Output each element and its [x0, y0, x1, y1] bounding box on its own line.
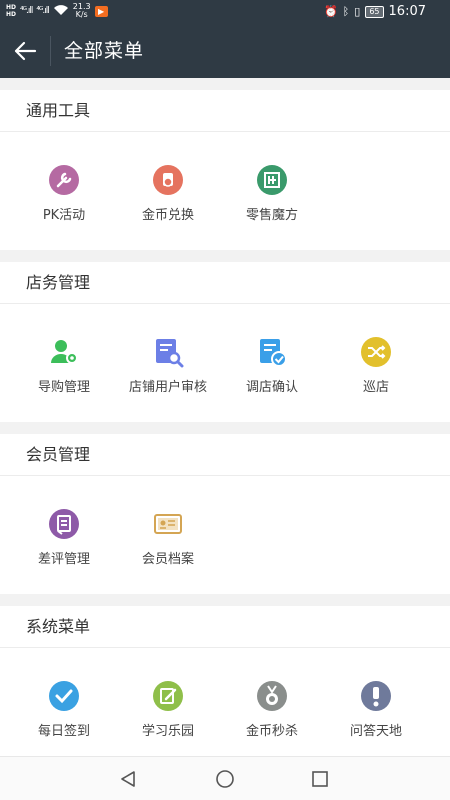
menu-label: 每日签到 [37, 724, 90, 739]
menu-grid: 导购管理 店铺用户审核 调店确认 巡店 [0, 304, 450, 395]
hd-indicator: HD HD [6, 4, 16, 18]
section-member-management: 会员管理 差评管理 会员档案 [0, 434, 450, 594]
bluetooth-icon: ᛒ [342, 5, 350, 18]
section-title: 店务管理 [0, 262, 450, 304]
cube-icon [256, 164, 288, 196]
section-store-management: 店务管理 导购管理 店铺用户审核 调店确认 巡店 [0, 262, 450, 422]
doc-search-icon [152, 336, 184, 368]
app-notification-icon: ▶ [94, 5, 108, 17]
menu-item-guide-management[interactable]: 导购管理 [12, 304, 116, 395]
edit-icon [152, 680, 184, 712]
shuffle-icon [360, 336, 392, 368]
system-nav-bar [0, 756, 450, 800]
section-title: 系统菜单 [0, 606, 450, 648]
menu-item-store-user-review[interactable]: 店铺用户审核 [116, 304, 220, 395]
menu-item-coin-exchange[interactable]: 金币兑换 [116, 132, 220, 223]
menu-item-learning-park[interactable]: 学习乐园 [116, 648, 220, 739]
nav-recents-button[interactable] [308, 767, 332, 791]
menu-label: 调店确认 [245, 380, 298, 395]
check-circle-icon [48, 680, 80, 712]
title-divider [50, 36, 51, 66]
signal-icon-2: ⁴ᴳ.ıll [36, 6, 49, 16]
hd-label-2: HD [6, 11, 17, 18]
status-bar: HD HD ⁴ᴳ.ıll ⁴ᴳ.ıll 21.3 K/s ▶ ⏰ ᛒ ▯ 65 … [0, 0, 450, 24]
menu-item-retail-cube[interactable]: 零售魔方 [220, 132, 324, 223]
network-speed: 21.3 K/s [73, 3, 91, 19]
menu-label: 金币秒杀 [245, 724, 298, 739]
menu-label: 金币兑换 [141, 208, 194, 223]
battery-icon: 65 [365, 5, 384, 18]
menu-label: PK活动 [42, 208, 86, 223]
back-button[interactable] [0, 24, 50, 78]
menu-item-store-transfer-confirm[interactable]: 调店确认 [220, 304, 324, 395]
menu-item-daily-checkin[interactable]: 每日签到 [12, 648, 116, 739]
wrench-icon [48, 164, 80, 196]
page-title: 全部菜单 [64, 40, 145, 62]
menu-label: 问答天地 [349, 724, 402, 739]
square-recents-icon [312, 771, 328, 787]
menu-label: 会员档案 [141, 552, 194, 567]
menu-item-pk[interactable]: PK活动 [12, 132, 116, 223]
nav-back-button[interactable] [116, 767, 140, 791]
status-left: HD HD ⁴ᴳ.ıll ⁴ᴳ.ıll 21.3 K/s ▶ [6, 3, 108, 19]
doc-check-icon [256, 336, 288, 368]
vibrate-icon: ▯ [354, 5, 361, 18]
menu-grid: 差评管理 会员档案 [0, 476, 450, 567]
menu-grid: 每日签到 学习乐园 金币秒杀 问答天地 [0, 648, 450, 739]
clock: 16:07 [388, 4, 426, 19]
section-title: 通用工具 [0, 90, 450, 132]
medal-icon [256, 680, 288, 712]
title-bar: 全部菜单 [0, 24, 450, 78]
menu-label: 零售魔方 [245, 208, 298, 223]
status-right: ⏰ ᛒ ▯ 65 16:07 [324, 4, 426, 19]
hd-label-1: HD [6, 4, 17, 11]
menu-label: 店铺用户审核 [128, 380, 207, 395]
circle-home-icon [216, 770, 234, 788]
nav-home-button[interactable] [213, 767, 237, 791]
speed-unit: K/s [75, 10, 88, 19]
wifi-icon [53, 4, 69, 19]
signal-icon-1: ⁴ᴳ.ıll [20, 6, 33, 16]
triangle-back-icon [121, 771, 135, 787]
menu-item-store-patrol[interactable]: 巡店 [324, 304, 428, 395]
user-gear-icon [48, 336, 80, 368]
menu-label: 学习乐园 [141, 724, 194, 739]
section-title: 会员管理 [0, 434, 450, 476]
menu-item-coin-flash-sale[interactable]: 金币秒杀 [220, 648, 324, 739]
menu-label: 导购管理 [37, 380, 90, 395]
menu-item-qa-world[interactable]: 问答天地 [324, 648, 428, 739]
menu-grid: PK活动 金币兑换 零售魔方 [0, 132, 450, 223]
menu-item-bad-review[interactable]: 差评管理 [12, 476, 116, 567]
section-general-tools: 通用工具 PK活动 金币兑换 零售魔方 [0, 90, 450, 250]
menu-label: 巡店 [362, 380, 389, 395]
menu-label: 差评管理 [37, 552, 90, 567]
id-card-icon [152, 508, 184, 540]
section-system-menu: 系统菜单 每日签到 学习乐园 金币秒杀 问答天地 [0, 606, 450, 756]
alarm-icon: ⏰ [323, 5, 338, 18]
note-icon [48, 508, 80, 540]
question-icon [360, 680, 392, 712]
coin-exchange-icon [152, 164, 184, 196]
back-arrow-icon [14, 41, 37, 61]
menu-item-member-archive[interactable]: 会员档案 [116, 476, 220, 567]
